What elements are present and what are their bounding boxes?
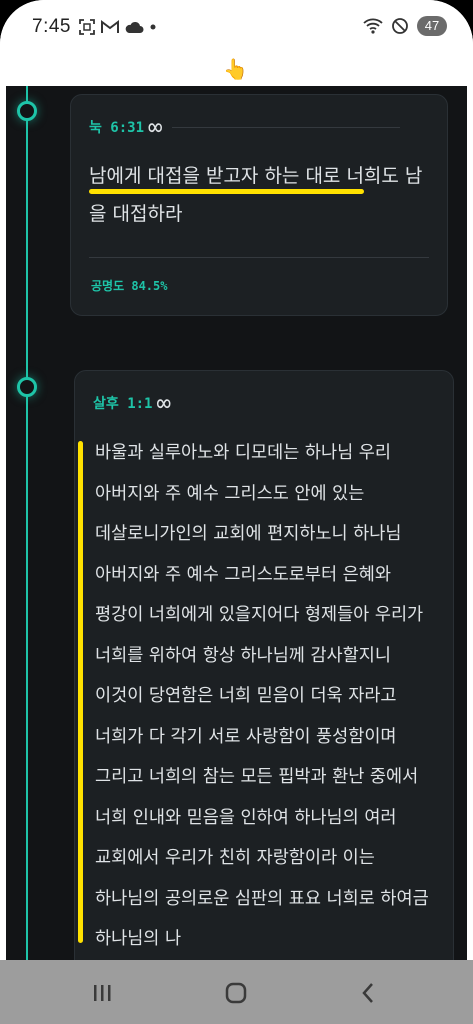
home-icon	[225, 982, 247, 1004]
wifi-icon	[363, 18, 383, 34]
card-divider	[89, 257, 429, 258]
verse-reference[interactable]: 살후 1:1	[93, 393, 152, 413]
timeline-node[interactable]	[17, 101, 37, 121]
verse-card[interactable]: 살후 1:1 ∞ 바울과 실루아노와 디모데는 하나님 우리 아버지와 주 예수…	[74, 370, 454, 960]
dot-icon	[150, 24, 156, 30]
infinity-icon[interactable]: ∞	[156, 391, 170, 415]
underlined-phrase: 남에게 대접을 받고자 하는 대로	[89, 165, 341, 187]
navigation-bar	[0, 960, 473, 1024]
recents-button[interactable]	[82, 976, 122, 1010]
infinity-icon[interactable]: ∞	[148, 115, 162, 139]
status-bar: 7:45 47	[0, 0, 473, 56]
home-button[interactable]	[216, 976, 256, 1010]
verse-card[interactable]: 눅 6:31 ∞ 남에게 대접을 받고자 하는 대로 너희도 남을 대접하라 공…	[70, 94, 448, 316]
underline-highlight	[89, 189, 364, 194]
do-not-disturb-icon	[392, 18, 408, 34]
gmail-icon	[101, 20, 119, 33]
highlight-bar	[78, 441, 83, 943]
phone-screen: 7:45 47 👆 눅 6:31 ∞ 남에게 대접을 받고자 하는 대로 너희도…	[0, 0, 473, 1024]
header-rule	[172, 126, 401, 128]
timeline-view[interactable]: 눅 6:31 ∞ 남에게 대접을 받고자 하는 대로 너희도 남을 대접하라 공…	[6, 86, 467, 960]
verse-header: 살후 1:1 ∞	[93, 391, 171, 415]
screenshot-icon	[79, 19, 95, 35]
timeline-node[interactable]	[17, 377, 37, 397]
cloud-icon	[125, 21, 144, 33]
timeline-line	[26, 86, 28, 960]
pointing-hand-icon[interactable]: 👆	[223, 56, 248, 82]
verse-header: 눅 6:31 ∞	[89, 115, 401, 139]
system-icons: 47	[363, 16, 447, 36]
resonance-score: 공명도 84.5%	[91, 279, 168, 293]
verse-text: 남에게 대접을 받고자 하는 대로 너희도 남을 대접하라	[89, 157, 439, 233]
verse-text: 바울과 실루아노와 디모데는 하나님 우리 아버지와 주 예수 그리스도 안에 …	[95, 443, 429, 949]
recents-icon	[94, 985, 111, 1001]
back-icon	[362, 983, 373, 1003]
back-button[interactable]	[348, 976, 388, 1010]
app-header: 👆	[0, 56, 473, 86]
battery-indicator: 47	[417, 16, 447, 36]
verse-reference[interactable]: 눅 6:31	[89, 117, 144, 137]
status-time: 7:45	[32, 16, 71, 37]
notification-icons	[78, 18, 158, 36]
